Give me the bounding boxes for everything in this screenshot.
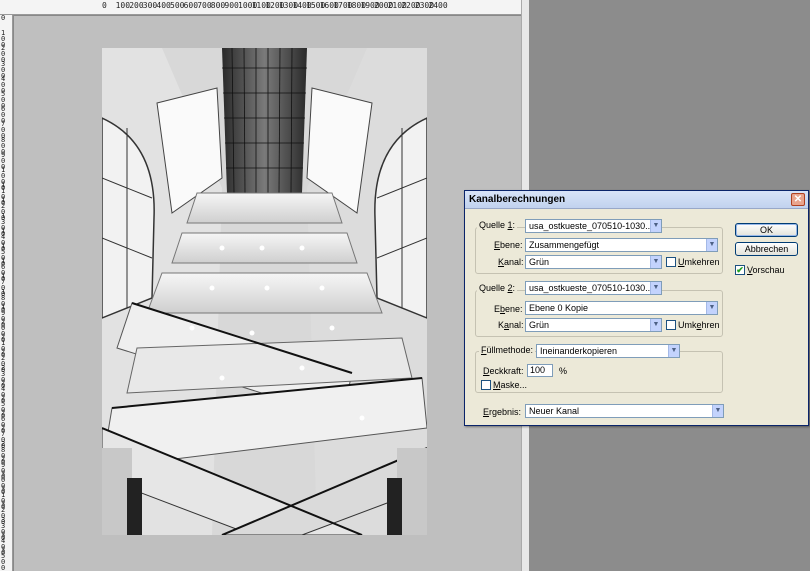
mask-label: Maske... bbox=[493, 380, 528, 390]
ruler-label: 200 bbox=[129, 1, 144, 10]
chevron-down-icon: ▼ bbox=[650, 319, 661, 331]
source1-invert-checkbox[interactable] bbox=[666, 257, 676, 267]
preview-checkbox[interactable]: ✔ bbox=[735, 265, 745, 275]
chevron-down-icon: ▼ bbox=[706, 239, 717, 251]
ruler-label: 500 bbox=[170, 1, 185, 10]
opacity-input[interactable]: 100 bbox=[527, 364, 553, 377]
ruler-label: 0 bbox=[102, 1, 107, 10]
ruler-label: 400 bbox=[156, 1, 171, 10]
ok-button[interactable]: OK bbox=[735, 223, 798, 237]
mask-checkbox[interactable] bbox=[481, 380, 491, 390]
document-image bbox=[102, 48, 427, 535]
source2-legend: Quelle 2: bbox=[477, 283, 518, 293]
chevron-down-icon: ▼ bbox=[712, 405, 723, 417]
source1-file-select[interactable]: usa_ostkueste_070510-1030.... ▼ bbox=[525, 219, 662, 233]
ruler-label: 800 bbox=[210, 1, 226, 10]
ruler-label: 700 bbox=[197, 1, 212, 10]
source2-layer-select[interactable]: Ebene 0 Kopie ▼ bbox=[525, 301, 718, 315]
vertical-ruler: 0 100 200 300 400 500 600 700 800 900 1000 1100 1200… bbox=[0, 15, 13, 571]
chevron-down-icon: ▼ bbox=[650, 282, 661, 294]
ruler-label: 100 bbox=[115, 1, 131, 10]
source1-legend: Quelle 1: bbox=[477, 220, 518, 230]
result-label: Ergebnis: bbox=[483, 407, 522, 417]
ruler-label: 300 bbox=[142, 1, 158, 10]
chevron-down-icon: ▼ bbox=[650, 256, 661, 268]
source1-layer-select[interactable]: Zusammengefügt ▼ bbox=[525, 238, 718, 252]
result-select[interactable]: Neuer Kanal ▼ bbox=[525, 404, 724, 418]
blend-mode-label: Füllmethode: bbox=[479, 345, 536, 355]
opacity-unit: % bbox=[559, 366, 568, 376]
source2-file-select[interactable]: usa_ostkueste_070510-1030.... ▼ bbox=[525, 281, 662, 295]
source2-channel-select[interactable]: Grün ▼ bbox=[525, 318, 662, 332]
cancel-button[interactable]: Abbrechen bbox=[735, 242, 798, 256]
source2-channel-label: Kanal: bbox=[498, 320, 524, 330]
source2-invert-checkbox[interactable] bbox=[666, 320, 676, 330]
horizontal-ruler: 0 100 200 300 400 500 600 700 800 900 1000 1100 1200… bbox=[0, 0, 521, 15]
preview-label: Vorschau bbox=[747, 265, 785, 275]
source2-layer-label: Ebene: bbox=[494, 304, 523, 314]
ruler-label: 3500 bbox=[1, 546, 6, 571]
source2-invert-label: Umkehren bbox=[678, 320, 720, 330]
source1-channel-select[interactable]: Grün ▼ bbox=[525, 255, 662, 269]
source1-invert-label: Umkehren bbox=[678, 257, 720, 267]
chevron-down-icon: ▼ bbox=[706, 302, 717, 314]
ruler-label: 2400 bbox=[428, 1, 448, 10]
blend-mode-select[interactable]: Ineinanderkopieren ▼ bbox=[536, 344, 680, 358]
ruler-label: 0 bbox=[1, 15, 6, 22]
ruler-label: 900 bbox=[224, 1, 239, 10]
source1-channel-label: Kanal: bbox=[498, 257, 524, 267]
dialog-titlebar[interactable]: Kanalberechnungen ✕ bbox=[465, 191, 808, 209]
document-canvas[interactable] bbox=[14, 16, 521, 571]
chevron-down-icon: ▼ bbox=[650, 220, 661, 232]
ruler-label: 600 bbox=[183, 1, 199, 10]
close-icon[interactable]: ✕ bbox=[791, 193, 805, 206]
opacity-label: Deckkraft: bbox=[483, 366, 524, 376]
channel-calculations-dialog: Kanalberechnungen ✕ Quelle 1: usa_ostkue… bbox=[464, 190, 809, 426]
chevron-down-icon: ▼ bbox=[668, 345, 679, 357]
dialog-title: Kanalberechnungen bbox=[469, 194, 566, 205]
source1-layer-label: Ebene: bbox=[494, 240, 523, 250]
